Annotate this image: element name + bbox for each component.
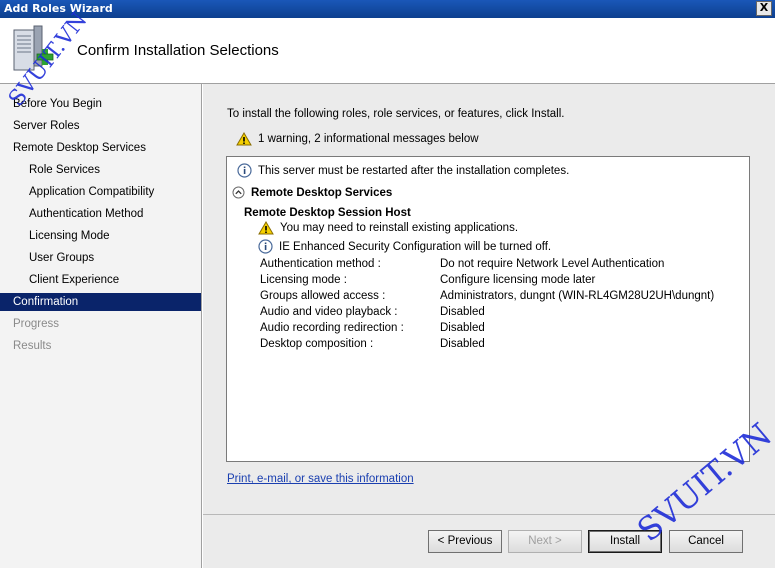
warning-icon — [236, 132, 252, 146]
wizard-steps-sidebar: Before You Begin Server Roles Remote Des… — [0, 84, 202, 568]
setting-key: Groups allowed access : — [260, 290, 386, 302]
section-header[interactable]: Remote Desktop Services — [232, 186, 392, 199]
wizard-header: Confirm Installation Selections — [0, 18, 775, 84]
setting-value: Configure licensing mode later — [440, 274, 596, 286]
setting-value: Disabled — [440, 338, 485, 350]
setting-value: Disabled — [440, 306, 485, 318]
info-message-row: IE Enhanced Security Configuration will … — [258, 239, 551, 254]
setting-key: Audio recording redirection : — [260, 322, 404, 334]
warning-message: You may need to reinstall existing appli… — [280, 222, 519, 234]
subsection-title: Remote Desktop Session Host — [244, 207, 411, 219]
window-title: Add Roles Wizard — [4, 2, 113, 15]
warning-icon — [258, 221, 274, 235]
summary-text: 1 warning, 2 informational messages belo… — [258, 133, 479, 145]
close-button[interactable]: X — [756, 1, 772, 16]
sidebar-item-client-experience[interactable]: Client Experience — [29, 271, 119, 289]
setting-value: Administrators, dungnt (WIN-RL4GM28U2UH\… — [440, 290, 715, 302]
sidebar-item-progress: Progress — [13, 318, 60, 330]
setting-value: Do not require Network Level Authenticat… — [440, 258, 665, 270]
close-icon: X — [759, 1, 769, 14]
collapse-icon[interactable] — [232, 186, 245, 199]
restart-note: This server must be restarted after the … — [258, 164, 570, 177]
sidebar-item-role-services[interactable]: Role Services — [29, 161, 100, 179]
warning-message-row: You may need to reinstall existing appli… — [258, 221, 518, 235]
intro-text: To install the following roles, role ser… — [227, 108, 565, 120]
sidebar-item-application-compatibility[interactable]: Application Compatibility — [29, 183, 154, 201]
restart-note-row: This server must be restarted after the … — [237, 163, 569, 178]
print-email-save-link[interactable]: Print, e-mail, or save this information — [227, 473, 414, 485]
previous-button[interactable]: < Previous — [428, 530, 502, 553]
info-icon — [237, 163, 252, 178]
info-icon — [258, 239, 273, 254]
info-message: IE Enhanced Security Configuration will … — [279, 240, 552, 253]
setting-value: Disabled — [440, 322, 485, 334]
next-button: Next > — [508, 530, 582, 553]
selections-panel[interactable]: This server must be restarted after the … — [226, 156, 750, 462]
cancel-button[interactable]: Cancel — [669, 530, 743, 553]
setting-key: Authentication method : — [260, 258, 381, 270]
sidebar-item-results: Results — [13, 340, 52, 352]
setting-key: Desktop composition : — [260, 338, 374, 350]
page-title: Confirm Installation Selections — [77, 42, 279, 59]
summary-line: 1 warning, 2 informational messages belo… — [236, 132, 479, 146]
sidebar-item-licensing-mode[interactable]: Licensing Mode — [29, 227, 110, 245]
sidebar-item-remote-desktop-services[interactable]: Remote Desktop Services — [13, 139, 146, 157]
window-titlebar: Add Roles Wizard X — [0, 0, 775, 18]
section-title: Remote Desktop Services — [251, 186, 393, 199]
setting-key: Licensing mode : — [260, 274, 347, 286]
sidebar-item-user-groups[interactable]: User Groups — [29, 249, 94, 267]
sidebar-item-authentication-method[interactable]: Authentication Method — [29, 205, 143, 223]
sidebar-item-server-roles[interactable]: Server Roles — [13, 117, 79, 135]
sidebar-item-confirmation[interactable]: Confirmation — [0, 293, 201, 311]
setting-key: Audio and video playback : — [260, 306, 398, 318]
